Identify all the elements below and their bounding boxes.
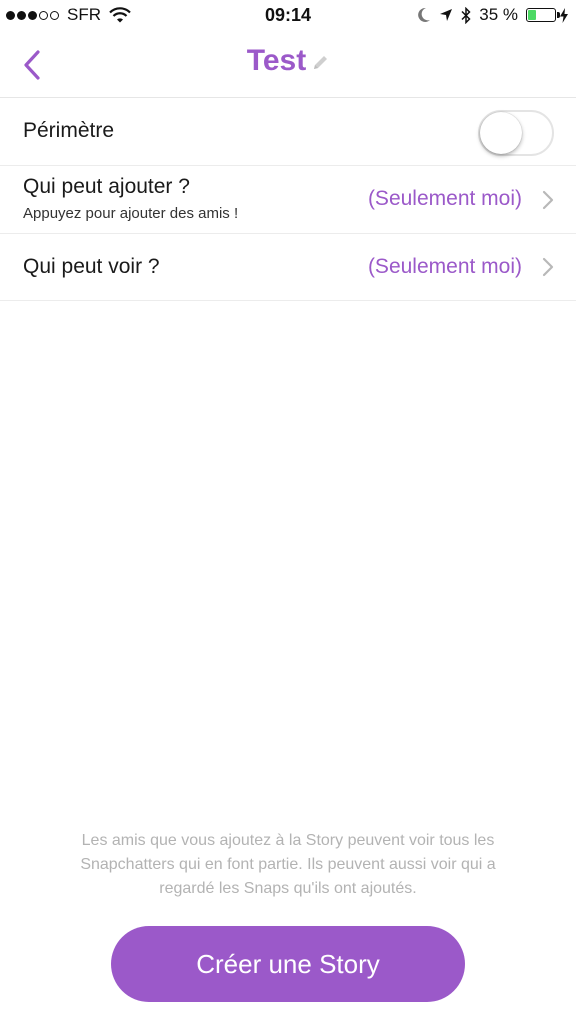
create-story-button[interactable]: Créer une Story <box>111 926 465 1002</box>
chevron-right-icon <box>542 257 554 277</box>
perimeter-row: Périmètre <box>0 98 576 166</box>
who-can-view-label: Qui peut voir ? <box>23 255 160 278</box>
title-area[interactable]: Test <box>0 44 576 78</box>
location-arrow-icon <box>440 9 453 21</box>
who-can-add-value[interactable]: (Seulement moi) <box>368 187 522 211</box>
battery-percent: 35 % <box>479 5 518 24</box>
pencil-icon[interactable] <box>312 54 329 71</box>
status-bar: SFR 09:14 35 % <box>0 0 576 30</box>
navigation-bar: Test <box>0 30 576 98</box>
battery-level <box>528 10 536 20</box>
who-can-add-row[interactable]: Qui peut ajouter ? Appuyez pour ajouter … <box>0 166 576 234</box>
page-title[interactable]: Test <box>247 44 306 77</box>
bluetooth-icon <box>461 6 471 24</box>
charging-bolt-icon <box>560 7 568 23</box>
who-can-view-row[interactable]: Qui peut voir ? (Seulement moi) <box>0 234 576 301</box>
perimeter-toggle[interactable] <box>478 110 554 156</box>
who-can-add-label: Qui peut ajouter ? <box>23 175 190 198</box>
perimeter-label: Périmètre <box>23 119 115 142</box>
who-can-view-value[interactable]: (Seulement moi) <box>368 255 522 279</box>
moon-icon <box>418 7 431 22</box>
toggle-knob <box>480 112 522 154</box>
battery-icon <box>526 8 560 22</box>
story-info-note: Les amis que vous ajoutez à la Story peu… <box>80 832 496 897</box>
chevron-right-icon <box>542 190 554 210</box>
status-bar-right: 35 % <box>409 5 568 25</box>
who-can-add-hint: Appuyez pour ajouter des amis ! <box>23 205 239 222</box>
